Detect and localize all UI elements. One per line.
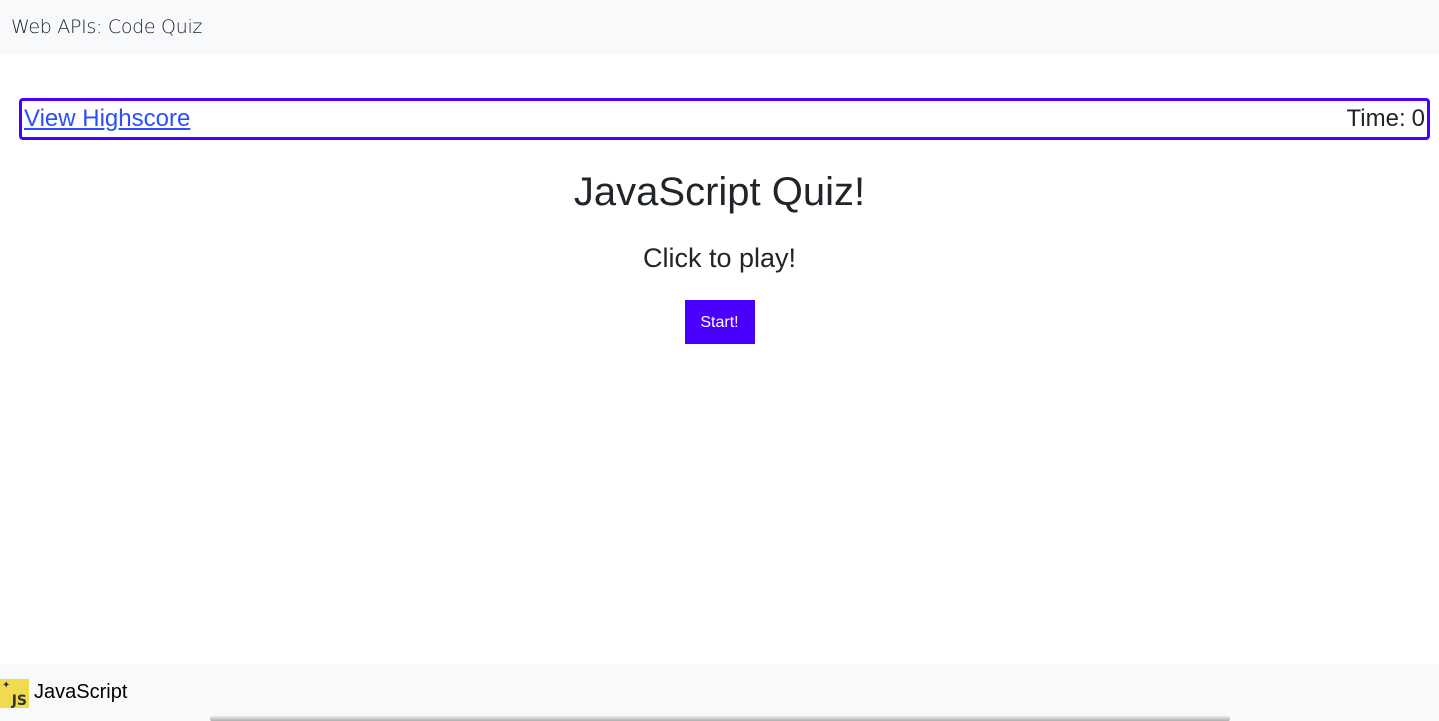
quiz-intro: JavaScript Quiz! Click to play! Start! bbox=[0, 160, 1439, 344]
timer-value: 0 bbox=[1411, 105, 1425, 132]
window-shadow bbox=[210, 716, 1230, 721]
page: Web APIs: Code Quiz View Highscore Time:… bbox=[0, 0, 1439, 721]
quiz-header: View Highscore Time: 0 bbox=[19, 98, 1430, 140]
footer: ✦ JS JavaScript bbox=[0, 664, 1439, 721]
navbar-brand[interactable]: Web APIs: Code Quiz bbox=[11, 16, 202, 38]
navbar: Web APIs: Code Quiz bbox=[0, 0, 1439, 54]
view-highscore-link[interactable]: View Highscore bbox=[24, 105, 190, 133]
page-title: JavaScript Quiz! bbox=[573, 170, 866, 214]
javascript-logo-text: JS bbox=[11, 693, 27, 709]
subtitle: Click to play! bbox=[642, 243, 797, 273]
start-button[interactable]: Start! bbox=[684, 300, 755, 344]
footer-label: JavaScript bbox=[34, 681, 128, 703]
sparkle-icon: ✦ bbox=[2, 680, 11, 691]
timer: Time: 0 bbox=[1347, 105, 1425, 133]
javascript-logo-icon: ✦ JS bbox=[0, 679, 29, 708]
timer-label: Time: bbox=[1346, 105, 1406, 132]
